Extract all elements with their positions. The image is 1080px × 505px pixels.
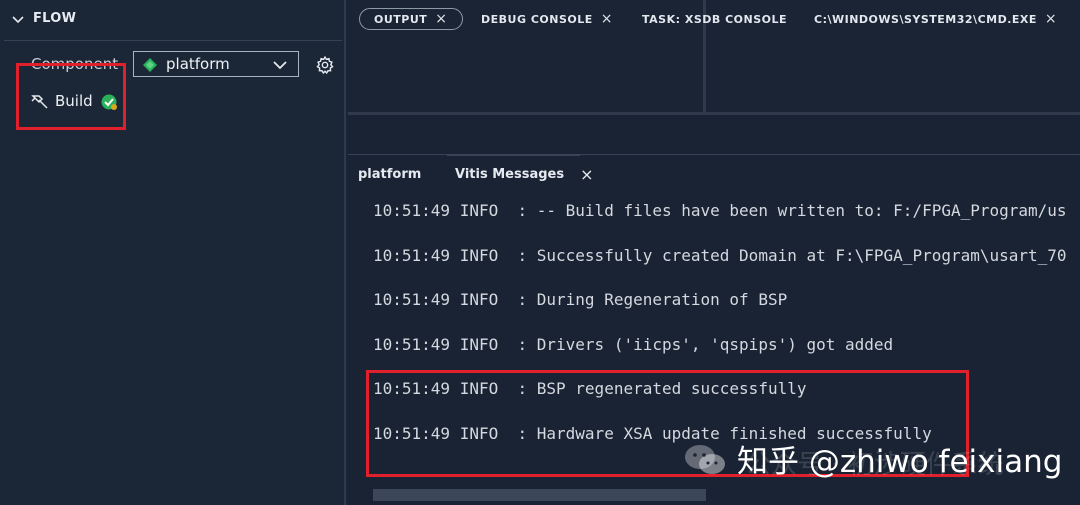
flow-title: FLOW — [33, 11, 77, 26]
log-line: 10:51:49 INFO : During Regeneration of B… — [373, 290, 788, 309]
log-line: 10:51:49 INFO : -- Build files have been… — [373, 201, 1067, 220]
subtab-platform[interactable]: platform — [358, 160, 421, 188]
log-line: 10:51:49 INFO : Drivers ('iicps', 'qspip… — [373, 335, 894, 354]
watermark-text: 知乎 @zhiwo feixiang — [737, 444, 1063, 480]
log-line: 10:51:49 INFO : Successfully created Dom… — [373, 246, 1067, 265]
tab-xsdb-console-label: TASK: XSDB CONSOLE — [642, 12, 788, 26]
horizontal-scrollbar[interactable] — [373, 489, 706, 501]
flow-divider — [4, 40, 342, 41]
flow-header[interactable]: FLOW — [0, 0, 346, 40]
tab-output[interactable]: OUTPUT × — [359, 8, 463, 30]
close-icon[interactable]: × — [601, 11, 613, 27]
close-icon[interactable]: × — [580, 165, 593, 184]
component-value: platform — [166, 55, 230, 73]
subtab-vitis-messages-label: Vitis Messages — [455, 166, 565, 182]
close-icon[interactable]: × — [1045, 11, 1057, 27]
tab-debug-console[interactable]: DEBUG CONSOLE × — [481, 8, 613, 30]
tab-debug-console-label: DEBUG CONSOLE — [481, 12, 593, 26]
tab-output-label: OUTPUT — [374, 12, 428, 26]
highlight-box-build — [16, 63, 126, 130]
gear-icon[interactable] — [315, 55, 335, 75]
subtab-vitis-messages[interactable]: Vitis Messages × — [455, 160, 594, 188]
close-icon[interactable]: × — [435, 11, 447, 27]
tab-cmd-label: C:\WINDOWS\SYSTEM32\CMD.EXE — [814, 12, 1037, 26]
component-select[interactable]: platform — [133, 51, 299, 77]
chevron-down-icon[interactable] — [10, 12, 26, 28]
component-diamond-icon — [143, 58, 157, 72]
subtab-platform-label: platform — [358, 166, 422, 182]
tab-cmd[interactable]: C:\WINDOWS\SYSTEM32\CMD.EXE × — [814, 8, 1057, 30]
panel-tab-bar — [348, 115, 1080, 155]
tab-xsdb-console[interactable]: TASK: XSDB CONSOLE — [642, 8, 787, 30]
wechat-icon — [685, 445, 725, 474]
subtab-underline — [447, 154, 580, 156]
chevron-down-icon — [273, 61, 287, 70]
